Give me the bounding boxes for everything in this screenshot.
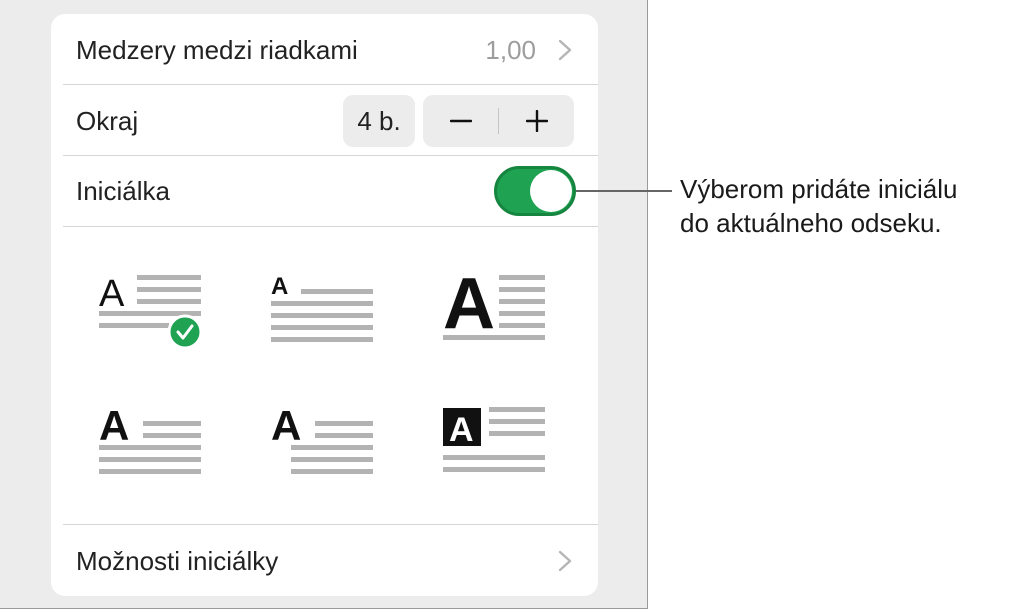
margin-value[interactable]: 4 b. bbox=[343, 95, 415, 147]
drop-cap-options-label: Možnosti iniciálky bbox=[76, 545, 279, 576]
divider bbox=[63, 84, 598, 85]
style-letter: A bbox=[449, 411, 474, 449]
callout-text: Výberom pridáte iniciálu do aktuálneho o… bbox=[680, 172, 957, 240]
drop-cap-style-5[interactable]: A bbox=[271, 402, 375, 484]
callout-leader-line bbox=[576, 190, 672, 192]
style-letter: A bbox=[271, 273, 288, 300]
chevron-right-icon bbox=[552, 37, 578, 63]
plus-icon bbox=[525, 110, 548, 132]
drop-cap-style-4[interactable]: A bbox=[99, 402, 203, 484]
selected-check-icon bbox=[167, 314, 203, 350]
drop-cap-style-3[interactable]: A bbox=[443, 264, 547, 352]
drop-cap-label: Iniciálka bbox=[76, 175, 170, 206]
style-letter: A bbox=[271, 402, 301, 449]
line-spacing-label: Medzery medzi riadkami bbox=[76, 34, 358, 65]
style-letter: A bbox=[443, 264, 495, 344]
callout-line-2: do aktuálneho odseku. bbox=[680, 208, 942, 238]
format-popover-frame: Medzery medzi riadkami 1,00 Okraj 4 b. I… bbox=[0, 0, 648, 609]
margin-stepper bbox=[423, 95, 574, 147]
margin-label: Okraj bbox=[76, 105, 139, 136]
divider bbox=[63, 226, 598, 227]
drop-cap-settings-panel: Medzery medzi riadkami 1,00 Okraj 4 b. I… bbox=[51, 14, 598, 596]
callout-line-1: Výberom pridáte iniciálu bbox=[680, 174, 958, 204]
style-letter: A bbox=[99, 273, 125, 315]
increase-margin-button[interactable] bbox=[499, 95, 574, 147]
decrease-margin-button[interactable] bbox=[423, 95, 498, 147]
style-letter: A bbox=[99, 402, 129, 449]
line-spacing-row[interactable]: Medzery medzi riadkami 1,00 bbox=[76, 14, 598, 86]
drop-cap-toggle[interactable] bbox=[494, 166, 576, 216]
margin-row: Okraj 4 b. bbox=[76, 86, 598, 156]
drop-cap-style-grid: A A A A A A bbox=[51, 244, 598, 494]
toggle-knob bbox=[530, 170, 572, 212]
drop-cap-style-2[interactable]: A bbox=[271, 272, 375, 352]
divider bbox=[63, 524, 598, 525]
drop-cap-style-1[interactable]: A bbox=[99, 272, 203, 352]
drop-cap-style-6[interactable]: A bbox=[443, 404, 547, 484]
line-spacing-value: 1,00 bbox=[485, 34, 536, 65]
drop-cap-options-row[interactable]: Možnosti iniciálky bbox=[76, 526, 598, 596]
chevron-right-icon bbox=[552, 548, 578, 574]
drop-cap-row: Iniciálka bbox=[76, 156, 598, 226]
minus-icon bbox=[449, 119, 472, 123]
